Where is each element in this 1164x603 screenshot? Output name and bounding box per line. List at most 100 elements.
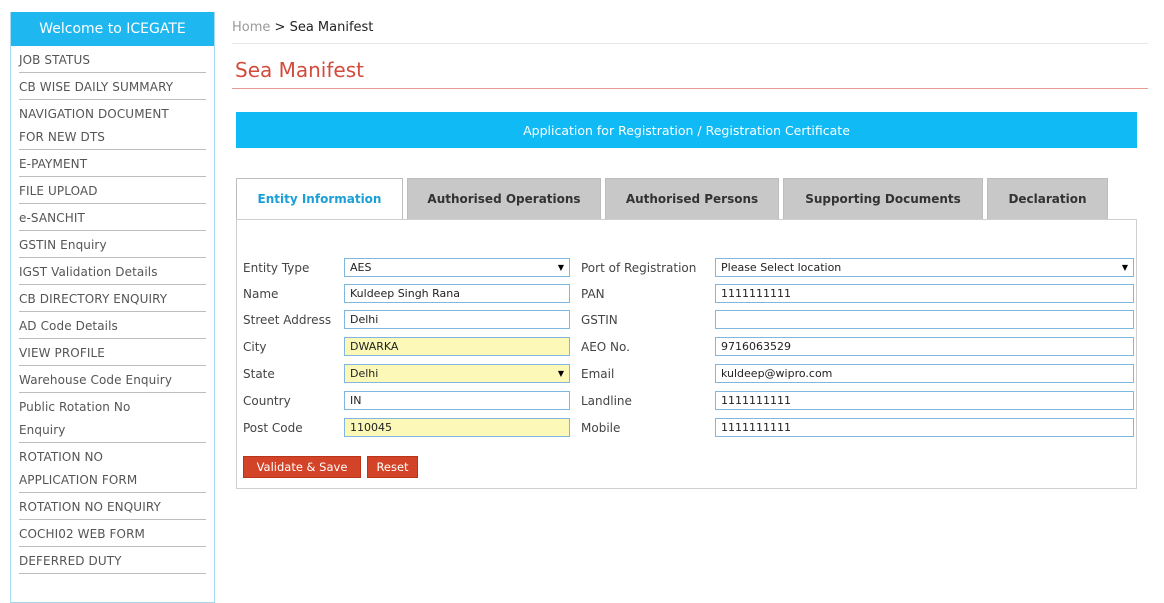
landline-value: 1111111111 (721, 394, 791, 407)
mobile-label: Mobile (581, 421, 621, 435)
tab-supporting-documents[interactable]: Supporting Documents (783, 178, 983, 220)
aeo-no-value: 9716063529 (721, 340, 791, 353)
sidebar-item[interactable]: CB DIRECTORY ENQUIRY (19, 285, 206, 312)
gstin-field[interactable] (715, 310, 1134, 329)
sidebar-item[interactable]: IGST Validation Details (19, 258, 206, 285)
dropdown-arrow-icon[interactable]: ▼ (558, 259, 564, 276)
port-of-registration-label: Port of Registration (581, 261, 697, 275)
aeo-no-label: AEO No. (581, 340, 630, 354)
email-field[interactable]: kuldeep@wipro.com (715, 364, 1134, 383)
breadcrumb-current: Sea Manifest (289, 20, 374, 35)
sidebar-item[interactable]: Warehouse Code Enquiry (19, 366, 206, 393)
sidebar-item-label: CB DIRECTORY ENQUIRY (19, 292, 168, 306)
sidebar-item[interactable]: COCHI02 WEB FORM (19, 520, 206, 547)
sidebar-item[interactable]: FILE UPLOAD (19, 177, 206, 204)
country-label: Country (243, 394, 291, 408)
country-field[interactable]: IN (344, 391, 570, 410)
sidebar-item-label: VIEW PROFILE (19, 346, 105, 360)
sidebar-item-label: GSTIN Enquiry (19, 238, 107, 252)
country-value: IN (350, 394, 362, 407)
tab-label: Authorised Operations (427, 192, 581, 206)
breadcrumb-home-link[interactable]: Home (232, 20, 270, 35)
sidebar-item[interactable]: VIEW PROFILE (19, 339, 206, 366)
sidebar-item-label: Warehouse Code Enquiry (19, 373, 173, 387)
tab-entity-information[interactable]: Entity Information (236, 178, 403, 220)
sidebar-item[interactable]: ROTATION NO ENQUIRY (19, 493, 206, 520)
sidebar-menu: JOB STATUS CB WISE DAILY SUMMARY NAVIGATIO… (11, 46, 214, 574)
entity-information-form: Validate & Save Reset Entity Type AES ▼ Nam… (236, 219, 1137, 489)
state-select[interactable]: Delhi ▼ (344, 364, 570, 383)
state-label: State (243, 367, 275, 381)
sidebar-item[interactable]: DEFERRED DUTY (19, 547, 206, 574)
landline-field[interactable]: 1111111111 (715, 391, 1134, 410)
title-divider (232, 88, 1148, 89)
email-value: kuldeep@wipro.com (721, 367, 833, 380)
tab-bar: Entity Information Authorised Operations… (236, 178, 1112, 220)
sidebar-item[interactable]: E-PAYMENT (19, 150, 206, 177)
pan-value: 1111111111 (721, 287, 791, 300)
page-title: Sea Manifest (235, 58, 364, 82)
validate-save-button[interactable]: Validate & Save (243, 456, 361, 478)
aeo-no-field[interactable]: 9716063529 (715, 337, 1134, 356)
city-value: DWARKA (350, 340, 399, 353)
post-code-field[interactable]: 110045 (344, 418, 570, 437)
sidebar-item-label: NAVIGATION DOCUMENT (19, 107, 169, 121)
form-banner: Application for Registration / Registrat… (236, 112, 1137, 148)
port-of-registration-select[interactable]: Please Select location ▼ (715, 258, 1134, 277)
tab-label: Supporting Documents (805, 192, 961, 206)
street-address-field[interactable]: Delhi (344, 310, 570, 329)
entity-type-label: Entity Type (243, 261, 310, 275)
sidebar-item-label: IGST Validation Details (19, 265, 158, 279)
sidebar-item[interactable]: AD Code Details (19, 312, 206, 339)
breadcrumb-separator: > (274, 20, 286, 35)
name-value: Kuldeep Singh Rana (350, 287, 461, 300)
dropdown-arrow-icon[interactable]: ▼ (558, 365, 564, 382)
street-address-value: Delhi (350, 313, 379, 326)
sidebar-item[interactable]: Public Rotation No Enquiry (19, 393, 206, 443)
sidebar-item-label: Public Rotation No (19, 400, 131, 414)
sidebar-item-label: APPLICATION FORM (19, 473, 138, 487)
tab-label: Declaration (1008, 192, 1087, 206)
gstin-label: GSTIN (581, 313, 618, 327)
sidebar-item-label: FILE UPLOAD (19, 184, 98, 198)
sidebar-item-label: DEFERRED DUTY (19, 554, 122, 568)
sidebar-item[interactable]: CB WISE DAILY SUMMARY (19, 73, 206, 100)
mobile-value: 1111111111 (721, 421, 791, 434)
sidebar: Welcome to ICEGATE JOB STATUS CB WISE DAI… (10, 12, 215, 603)
reset-button[interactable]: Reset (367, 456, 418, 478)
sidebar-item[interactable]: ROTATION NO APPLICATION FORM (19, 443, 206, 493)
breadcrumb-divider (232, 43, 1148, 44)
sidebar-item-label: COCHI02 WEB FORM (19, 527, 145, 541)
pan-field[interactable]: 1111111111 (715, 284, 1134, 303)
pan-label: PAN (581, 287, 605, 301)
sidebar-item-label: Enquiry (19, 423, 66, 437)
sidebar-item-label: ROTATION NO ENQUIRY (19, 500, 161, 514)
sidebar-item[interactable]: GSTIN Enquiry (19, 231, 206, 258)
sidebar-item[interactable]: JOB STATUS (19, 46, 206, 73)
post-code-value: 110045 (350, 421, 392, 434)
name-field[interactable]: Kuldeep Singh Rana (344, 284, 570, 303)
sidebar-item-label: E-PAYMENT (19, 157, 88, 171)
tab-declaration[interactable]: Declaration (987, 178, 1108, 220)
sidebar-item[interactable]: e-SANCHIT (19, 204, 206, 231)
sidebar-header: Welcome to ICEGATE (11, 12, 214, 46)
landline-label: Landline (581, 394, 632, 408)
email-label: Email (581, 367, 615, 381)
entity-type-select[interactable]: AES ▼ (344, 258, 570, 277)
sidebar-item-label: e-SANCHIT (19, 211, 85, 225)
state-value: Delhi (350, 367, 379, 380)
tab-authorised-persons[interactable]: Authorised Persons (605, 178, 779, 220)
sidebar-item-label: CB WISE DAILY SUMMARY (19, 80, 174, 94)
city-field[interactable]: DWARKA (344, 337, 570, 356)
tab-authorised-operations[interactable]: Authorised Operations (407, 178, 601, 220)
sidebar-item-label: FOR NEW DTS (19, 130, 106, 144)
mobile-field[interactable]: 1111111111 (715, 418, 1134, 437)
sidebar-item-label: JOB STATUS (19, 53, 91, 67)
street-address-label: Street Address (243, 313, 332, 327)
dropdown-arrow-icon[interactable]: ▼ (1122, 259, 1128, 276)
sidebar-item-label: ROTATION NO (19, 450, 104, 464)
sidebar-item[interactable]: NAVIGATION DOCUMENT FOR NEW DTS (19, 100, 206, 150)
breadcrumb: Home > Sea Manifest (232, 20, 373, 35)
post-code-label: Post Code (243, 421, 303, 435)
port-of-registration-value: Please Select location (721, 261, 842, 274)
